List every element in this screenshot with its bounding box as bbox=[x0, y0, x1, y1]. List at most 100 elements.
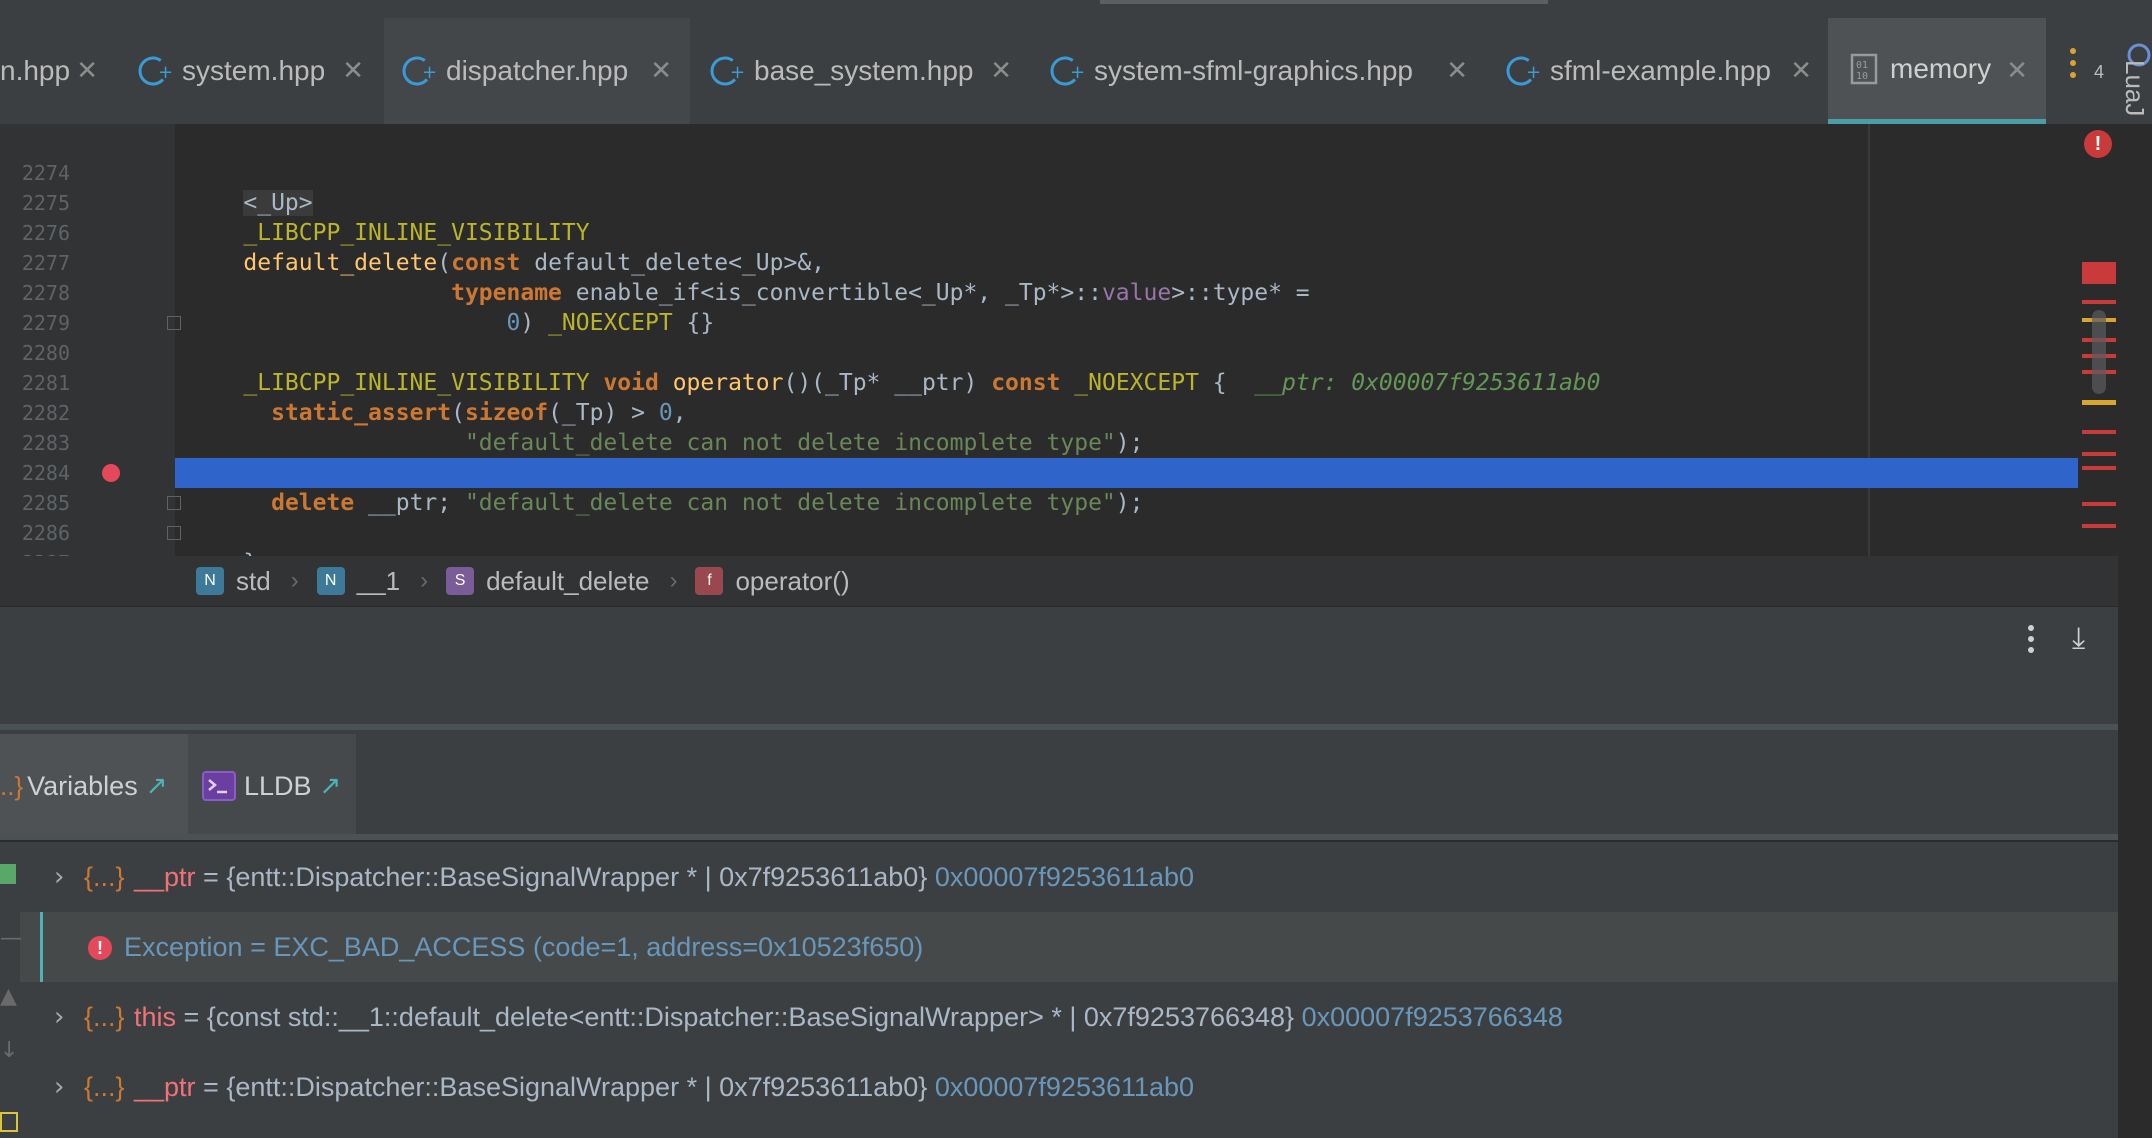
line-number: 2287 bbox=[0, 548, 70, 556]
error-mark[interactable] bbox=[2082, 466, 2116, 470]
fold-marker-icon[interactable] bbox=[167, 526, 181, 540]
pin-tab-icon[interactable]: ↗ bbox=[146, 771, 168, 801]
variable-name: __ptr bbox=[134, 861, 196, 892]
tab-label: sfml-example.hpp bbox=[1550, 55, 1771, 86]
add-watch-icon[interactable] bbox=[0, 864, 16, 884]
expand-chevron-icon[interactable]: › bbox=[54, 1002, 64, 1032]
move-down-icon[interactable]: ↓ bbox=[0, 1038, 18, 1063]
code-line[interactable]: 2277 typename enable_if<is_convertible<_… bbox=[0, 218, 2118, 306]
expand-chevron-icon[interactable]: › bbox=[54, 1072, 64, 1102]
tab-label: memory bbox=[1890, 52, 1992, 84]
tab-dispatcher-hpp[interactable]: + dispatcher.hpp ✕ bbox=[384, 18, 690, 124]
code-editor[interactable]: 2274 <_Up> 2275 _LIBCPP_INLINE_VISIBILIT… bbox=[0, 124, 2118, 556]
error-mark[interactable] bbox=[2082, 452, 2116, 456]
code-line[interactable]: 2275 _LIBCPP_INLINE_VISIBILITY bbox=[0, 158, 2118, 246]
fold-marker-icon[interactable] bbox=[167, 316, 181, 330]
console-icon bbox=[202, 771, 236, 801]
tab-label: system-sfml-graphics.hpp bbox=[1094, 55, 1413, 86]
chevron-right-icon: › bbox=[420, 567, 429, 594]
tab-variables[interactable]: ..} Variables ↗ bbox=[0, 734, 188, 838]
cpp-file-icon: + bbox=[1506, 52, 1544, 90]
download-icon[interactable]: ⤓ bbox=[2072, 621, 2085, 656]
code-text: } bbox=[188, 548, 257, 556]
variable-row[interactable]: › {...} __ptr = {entt::Dispatcher::BaseS… bbox=[0, 1052, 2118, 1122]
svg-text:+: + bbox=[1070, 62, 1085, 83]
pin-tab-icon[interactable]: ↗ bbox=[320, 771, 342, 801]
breadcrumb-label: std bbox=[236, 565, 271, 596]
close-icon[interactable]: ✕ bbox=[76, 56, 98, 86]
tab-memory[interactable]: 01 10 memory ✕ bbox=[1828, 18, 2046, 124]
tab-base-system-hpp[interactable]: + base_system.hpp ✕ bbox=[692, 18, 1030, 124]
error-mark[interactable] bbox=[2082, 262, 2116, 284]
breadcrumb-item-1[interactable]: N __1 › bbox=[316, 566, 429, 597]
cpp-file-icon: + bbox=[138, 52, 176, 90]
struct-value-icon: {...} bbox=[84, 1001, 125, 1032]
code-line[interactable]: 2274 <_Up> bbox=[0, 128, 2118, 216]
warning-mark[interactable] bbox=[2082, 400, 2116, 405]
tab-system-sfml-graphics-hpp[interactable]: + system-sfml-graphics.hpp ✕ bbox=[1032, 18, 1486, 124]
breadcrumb: N std › N __1 › S default_delete › f ope… bbox=[0, 556, 2118, 606]
close-icon[interactable]: ✕ bbox=[650, 56, 672, 86]
variable-row[interactable]: › {...} this = {const std::__1::default_… bbox=[0, 982, 2118, 1052]
error-mark[interactable] bbox=[2082, 300, 2116, 304]
tab-overflow-menu-icon[interactable] bbox=[2058, 48, 2088, 98]
svg-text:+: + bbox=[1526, 62, 1541, 83]
breadcrumb-item-operator[interactable]: f operator() bbox=[695, 565, 850, 597]
fold-marker-icon[interactable] bbox=[167, 496, 181, 510]
struct-icon: S bbox=[446, 567, 475, 595]
tab-label: dispatcher.hpp bbox=[446, 55, 629, 86]
editor-scrollbar-thumb[interactable] bbox=[2092, 310, 2106, 394]
variable-value: = {entt::Dispatcher::BaseSignalWrapper *… bbox=[195, 861, 935, 892]
namespace-icon: N bbox=[196, 567, 224, 595]
close-icon[interactable]: ✕ bbox=[1790, 56, 1812, 86]
svg-text:+: + bbox=[158, 62, 173, 83]
breadcrumb-label: operator() bbox=[735, 565, 850, 596]
code-line[interactable]: 2278 0) _NOEXCEPT {} bbox=[0, 248, 2118, 336]
exception-text: Exception = EXC_BAD_ACCESS (code=1, addr… bbox=[124, 931, 924, 962]
svg-text:10: 10 bbox=[1856, 71, 1868, 82]
tab-n-hpp[interactable]: n.hpp ✕ bbox=[0, 18, 112, 124]
error-mark[interactable] bbox=[2082, 502, 2116, 506]
debug-frames-strip bbox=[0, 666, 2118, 730]
close-icon[interactable]: ✕ bbox=[2006, 56, 2028, 86]
expand-chevron-icon[interactable]: › bbox=[54, 862, 64, 892]
breadcrumb-item-default-delete[interactable]: S default_delete › bbox=[446, 566, 677, 597]
close-icon[interactable]: ✕ bbox=[990, 56, 1012, 86]
breadcrumb-item-std[interactable]: N std › bbox=[196, 566, 299, 597]
tab-label: base_system.hpp bbox=[754, 55, 974, 86]
side-tool-window-label[interactable]: LuaJ bbox=[2119, 60, 2150, 116]
close-icon[interactable]: ✕ bbox=[342, 56, 364, 86]
code-line[interactable]: 2287 }; bbox=[0, 518, 2118, 556]
error-icon: ! bbox=[88, 936, 112, 960]
close-icon[interactable]: ✕ bbox=[1446, 56, 1468, 86]
code-line[interactable]: 2284 "default_delete can not delete inco… bbox=[0, 428, 2118, 516]
variable-row[interactable]: › {...} __ptr = {entt::Dispatcher::BaseS… bbox=[0, 842, 2118, 912]
error-mark[interactable] bbox=[2082, 524, 2116, 528]
move-up-icon[interactable]: ▲ bbox=[0, 984, 17, 1009]
tab-label: Variables bbox=[27, 770, 138, 801]
tab-system-hpp[interactable]: + system.hpp ✕ bbox=[120, 18, 382, 124]
variable-name: this bbox=[134, 1001, 177, 1032]
copy-icon[interactable] bbox=[0, 1112, 18, 1132]
code-line[interactable]: 2282 "default_delete can not delete inco… bbox=[0, 368, 2118, 456]
code-line[interactable]: 2286 } bbox=[0, 488, 2118, 556]
tab-label: LLDB bbox=[244, 770, 312, 801]
code-line[interactable]: 2279 bbox=[0, 278, 2118, 335]
code-line[interactable]: 2285 bbox=[0, 458, 175, 515]
remove-watch-icon[interactable]: — bbox=[0, 926, 22, 951]
variables-icon: ..} bbox=[0, 770, 24, 801]
code-line[interactable]: 2283 static_assert(!is_void<_Tp>::value, bbox=[0, 398, 2118, 486]
breakpoint-icon[interactable] bbox=[102, 464, 120, 482]
error-status-icon[interactable]: ! bbox=[2084, 130, 2112, 158]
more-options-icon[interactable] bbox=[2028, 625, 2038, 658]
divider bbox=[0, 834, 2118, 840]
code-line[interactable]: 2280 _LIBCPP_INLINE_VISIBILITY void oper… bbox=[0, 308, 2118, 396]
tab-sfml-example-hpp[interactable]: + sfml-example.hpp ✕ bbox=[1488, 18, 1830, 124]
code-line[interactable]: 2281 static_assert(sizeof(_Tp) > 0, bbox=[0, 338, 2118, 426]
error-mark[interactable] bbox=[2082, 430, 2116, 434]
exception-row[interactable]: ! Exception = EXC_BAD_ACCESS (code=1, ad… bbox=[0, 912, 2118, 982]
current-execution-line[interactable]: delete __ptr; bbox=[175, 458, 2118, 516]
code-line[interactable]: 2276 default_delete(const default_delete… bbox=[0, 188, 2118, 276]
tab-lldb[interactable]: LLDB ↗ bbox=[188, 734, 356, 838]
variable-address: 0x00007f9253611ab0 bbox=[934, 861, 1195, 892]
